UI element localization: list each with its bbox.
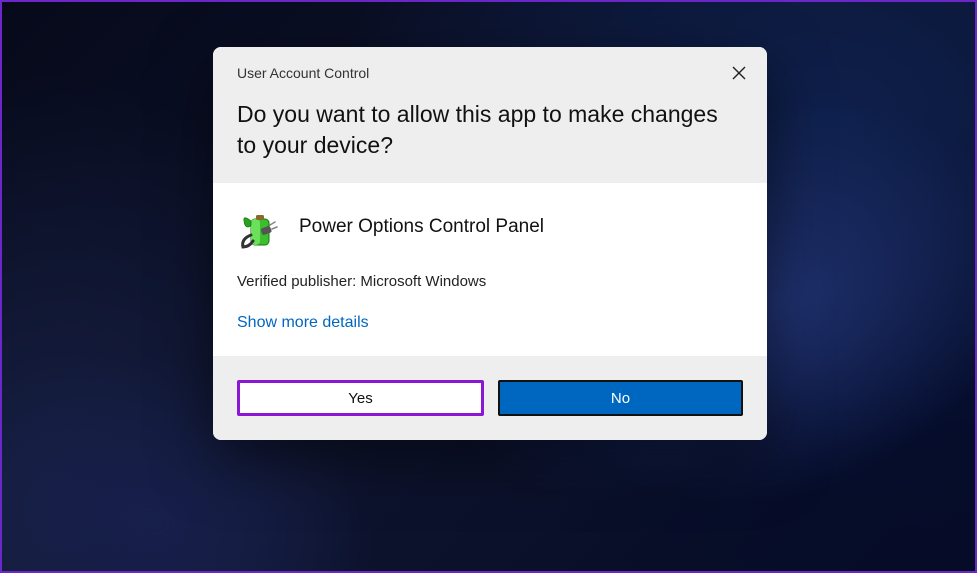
dialog-heading: Do you want to allow this app to make ch… [237,99,743,161]
close-button[interactable] [725,59,753,87]
close-icon [732,66,746,80]
dialog-footer: Yes No [213,356,767,440]
show-more-details-link[interactable]: Show more details [237,314,369,332]
power-options-icon [237,205,281,249]
app-row: Power Options Control Panel [237,205,743,249]
publisher-line: Verified publisher: Microsoft Windows [237,273,743,290]
uac-dialog: User Account Control Do you want to allo… [213,47,767,440]
app-name: Power Options Control Panel [299,216,544,238]
dialog-header: User Account Control Do you want to allo… [213,47,767,183]
dialog-title: User Account Control [237,65,743,81]
yes-button[interactable]: Yes [237,380,484,416]
no-button[interactable]: No [498,380,743,416]
dialog-body: Power Options Control Panel Verified pub… [213,183,767,356]
